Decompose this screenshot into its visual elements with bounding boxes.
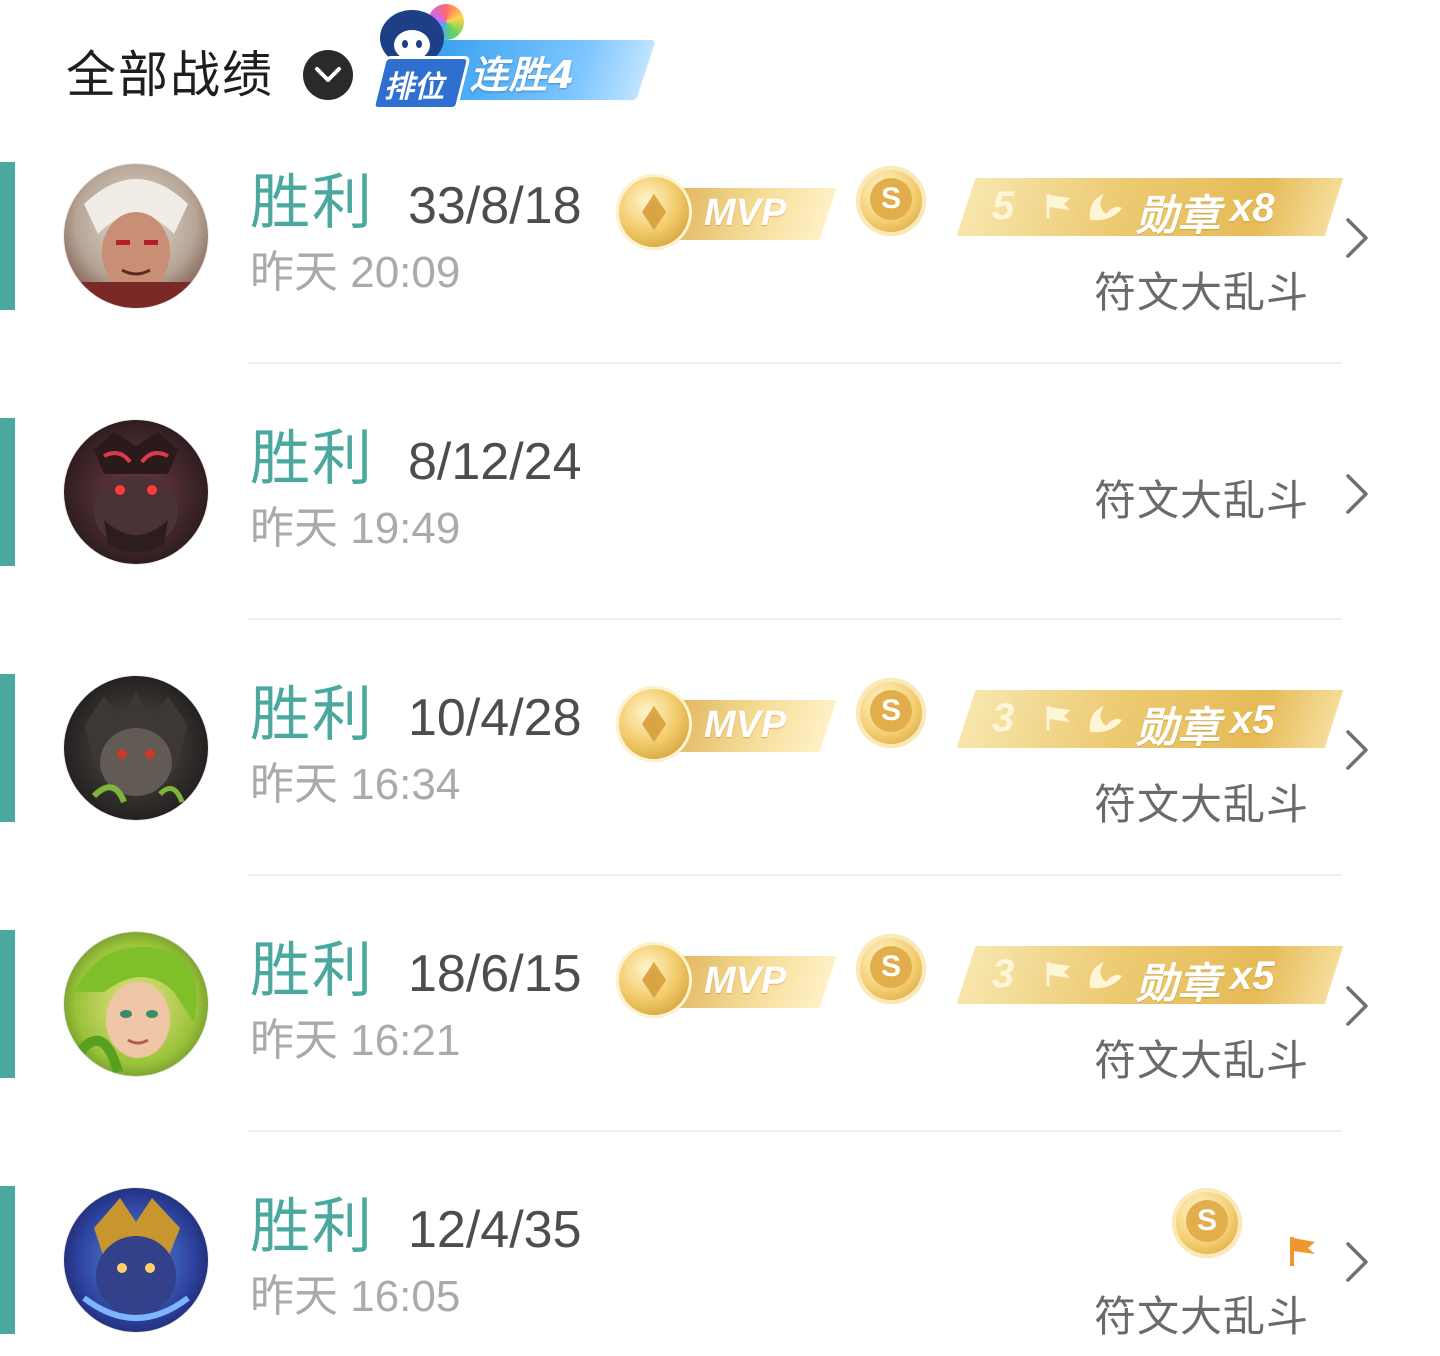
kda-score: 10/4/28 [408, 689, 582, 747]
game-mode: 符文大乱斗 [1094, 268, 1310, 317]
win-indicator [0, 930, 15, 1078]
row-divider [248, 362, 1342, 364]
laurel-icon [1089, 962, 1122, 989]
chevron-right-icon[interactable] [1344, 984, 1370, 1028]
match-result: 胜利 [250, 1192, 374, 1262]
match-row[interactable]: 胜利 10/4/28 昨天 16:34 MVP S 3 勋章 x5 符文大乱斗 [0, 674, 1440, 929]
row-divider [248, 874, 1342, 876]
match-result: 胜利 [250, 680, 374, 750]
match-time: 昨天 19:49 [250, 504, 461, 553]
game-mode: 符文大乱斗 [1094, 1036, 1310, 1085]
win-indicator [0, 674, 15, 822]
header: 全部战绩 连胜4 排位 [0, 0, 1440, 140]
win-streak-badge: 连胜4 排位 [371, 0, 656, 110]
mvp-badge: MVP [612, 934, 837, 1022]
medal-count: x5 [1230, 698, 1275, 742]
game-mode: 符文大乱斗 [1094, 1292, 1310, 1341]
win-indicator [0, 162, 15, 310]
kda-score: 8/12/24 [408, 433, 582, 491]
s-rating-icon: S [856, 678, 926, 748]
champion-avatar [64, 420, 208, 564]
medal-number: 3 [992, 696, 1015, 740]
medal-badge: 3 勋章 x5 [956, 946, 1344, 1008]
chevron-down-icon[interactable] [303, 50, 353, 100]
medal-number: 3 [992, 952, 1015, 996]
ranked-tag-label: 排位 [384, 70, 444, 105]
champion-avatar [64, 676, 208, 820]
mvp-label: MVP [704, 192, 787, 234]
match-row[interactable]: 胜利 8/12/24 昨天 19:49 符文大乱斗 [0, 418, 1440, 673]
mvp-coin-icon [616, 942, 692, 1018]
surrender-flag-icon [1290, 1237, 1315, 1266]
match-row[interactable]: 胜利 18/6/15 昨天 16:21 MVP S 3 勋章 x5 符文大乱斗 [0, 930, 1440, 1185]
chevron-right-icon[interactable] [1344, 728, 1370, 772]
match-time: 昨天 16:34 [250, 760, 461, 809]
medal-label: 勋章 [1136, 959, 1221, 1008]
medal-number: 5 [992, 184, 1015, 228]
win-indicator [0, 418, 15, 566]
laurel-icon [1089, 706, 1122, 733]
match-result: 胜利 [250, 168, 374, 238]
mvp-coin-icon [616, 686, 692, 762]
match-row[interactable]: 胜利 12/4/35 昨天 16:05 S 符文大乱斗 [0, 1186, 1440, 1356]
kda-score: 18/6/15 [408, 945, 582, 1003]
match-result: 胜利 [250, 424, 374, 494]
row-divider [248, 1130, 1342, 1132]
match-time: 昨天 20:09 [250, 248, 461, 297]
champion-avatar [64, 1188, 208, 1332]
chevron-right-icon[interactable] [1344, 472, 1370, 516]
mvp-badge: MVP [612, 678, 837, 766]
s-rating-icon: S [856, 934, 926, 1004]
medal-badge: 5 勋章 x8 [956, 178, 1344, 240]
mvp-label: MVP [704, 960, 787, 1002]
flag-icon [1046, 194, 1070, 218]
match-row[interactable]: 胜利 33/8/18 昨天 20:09 MVP S 5 勋章 x8 符文大乱斗 [0, 162, 1440, 417]
match-time: 昨天 16:21 [250, 1016, 461, 1065]
champion-avatar [64, 164, 208, 308]
s-rating-icon: S [1172, 1188, 1242, 1258]
match-result: 胜利 [250, 936, 374, 1006]
medal-label: 勋章 [1136, 191, 1221, 240]
champion-avatar [64, 932, 208, 1076]
flag-icon [1046, 706, 1070, 730]
win-indicator [0, 1186, 15, 1334]
game-mode: 符文大乱斗 [1094, 780, 1310, 829]
page-title[interactable]: 全部战绩 [66, 42, 274, 108]
mvp-badge: MVP [612, 166, 837, 254]
laurel-icon [1089, 194, 1122, 221]
kda-score: 12/4/35 [408, 1201, 582, 1259]
s-rating-icon: S [856, 166, 926, 236]
medal-label: 勋章 [1136, 703, 1221, 752]
chevron-right-icon[interactable] [1344, 1240, 1370, 1284]
game-mode: 符文大乱斗 [1094, 476, 1310, 525]
medal-count: x5 [1230, 954, 1275, 998]
kda-score: 33/8/18 [408, 177, 582, 235]
mvp-coin-icon [616, 174, 692, 250]
streak-text: 连胜4 [470, 53, 576, 97]
medal-count: x8 [1230, 186, 1275, 230]
chevron-right-icon[interactable] [1344, 216, 1370, 260]
row-divider [248, 618, 1342, 620]
match-time: 昨天 16:05 [250, 1272, 461, 1321]
mvp-label: MVP [704, 704, 787, 746]
medal-badge: 3 勋章 x5 [956, 690, 1344, 752]
flag-icon [1046, 962, 1070, 986]
